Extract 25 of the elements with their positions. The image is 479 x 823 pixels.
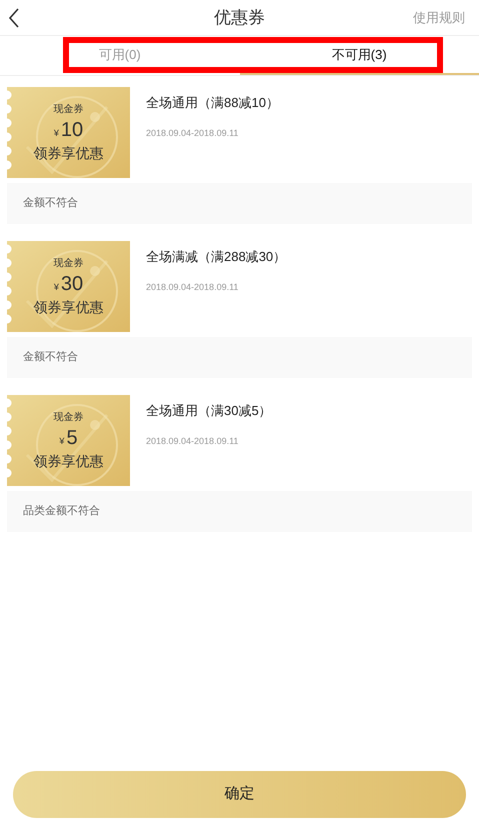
reason-text: 金额不符合 (23, 196, 78, 212)
back-icon[interactable] (8, 8, 20, 28)
validity-date: 2018.09.04-2018.09.11 (146, 434, 240, 448)
coupon-slogan: 领券享优惠 (34, 298, 104, 316)
coupon-title: 全场通用（满30减5） (146, 402, 272, 420)
coupon-amount: 30 (60, 272, 84, 296)
reason-text: 金额不符合 (23, 350, 78, 366)
reason-text: 品类金额不符合 (23, 504, 100, 520)
currency-symbol: ¥ (54, 126, 59, 140)
coupon-title: 全场通用（满88减10） (146, 94, 279, 112)
currency-symbol: ¥ (59, 434, 64, 448)
ticket-type: 现金券 (54, 410, 84, 424)
tab[interactable]: 不可用(3) (240, 36, 479, 75)
ticket-type: 现金券 (54, 102, 84, 116)
coupon-amount: 10 (60, 118, 84, 142)
coupon-title: 全场满减（满288减30） (146, 248, 286, 266)
coupon-amount: 5 (66, 426, 78, 450)
confirm-button[interactable]: 确定 (13, 771, 466, 818)
coupon-slogan: 领券享优惠 (34, 452, 104, 470)
coupon-slogan: 领券享优惠 (34, 144, 104, 162)
currency-symbol: ¥ (54, 280, 59, 294)
validity-date: 2018.09.04-2018.09.11 (146, 126, 240, 140)
page-title: 优惠券 (214, 6, 265, 29)
validity-date: 2018.09.04-2018.09.11 (146, 280, 240, 294)
ticket-type: 现金券 (54, 256, 84, 270)
